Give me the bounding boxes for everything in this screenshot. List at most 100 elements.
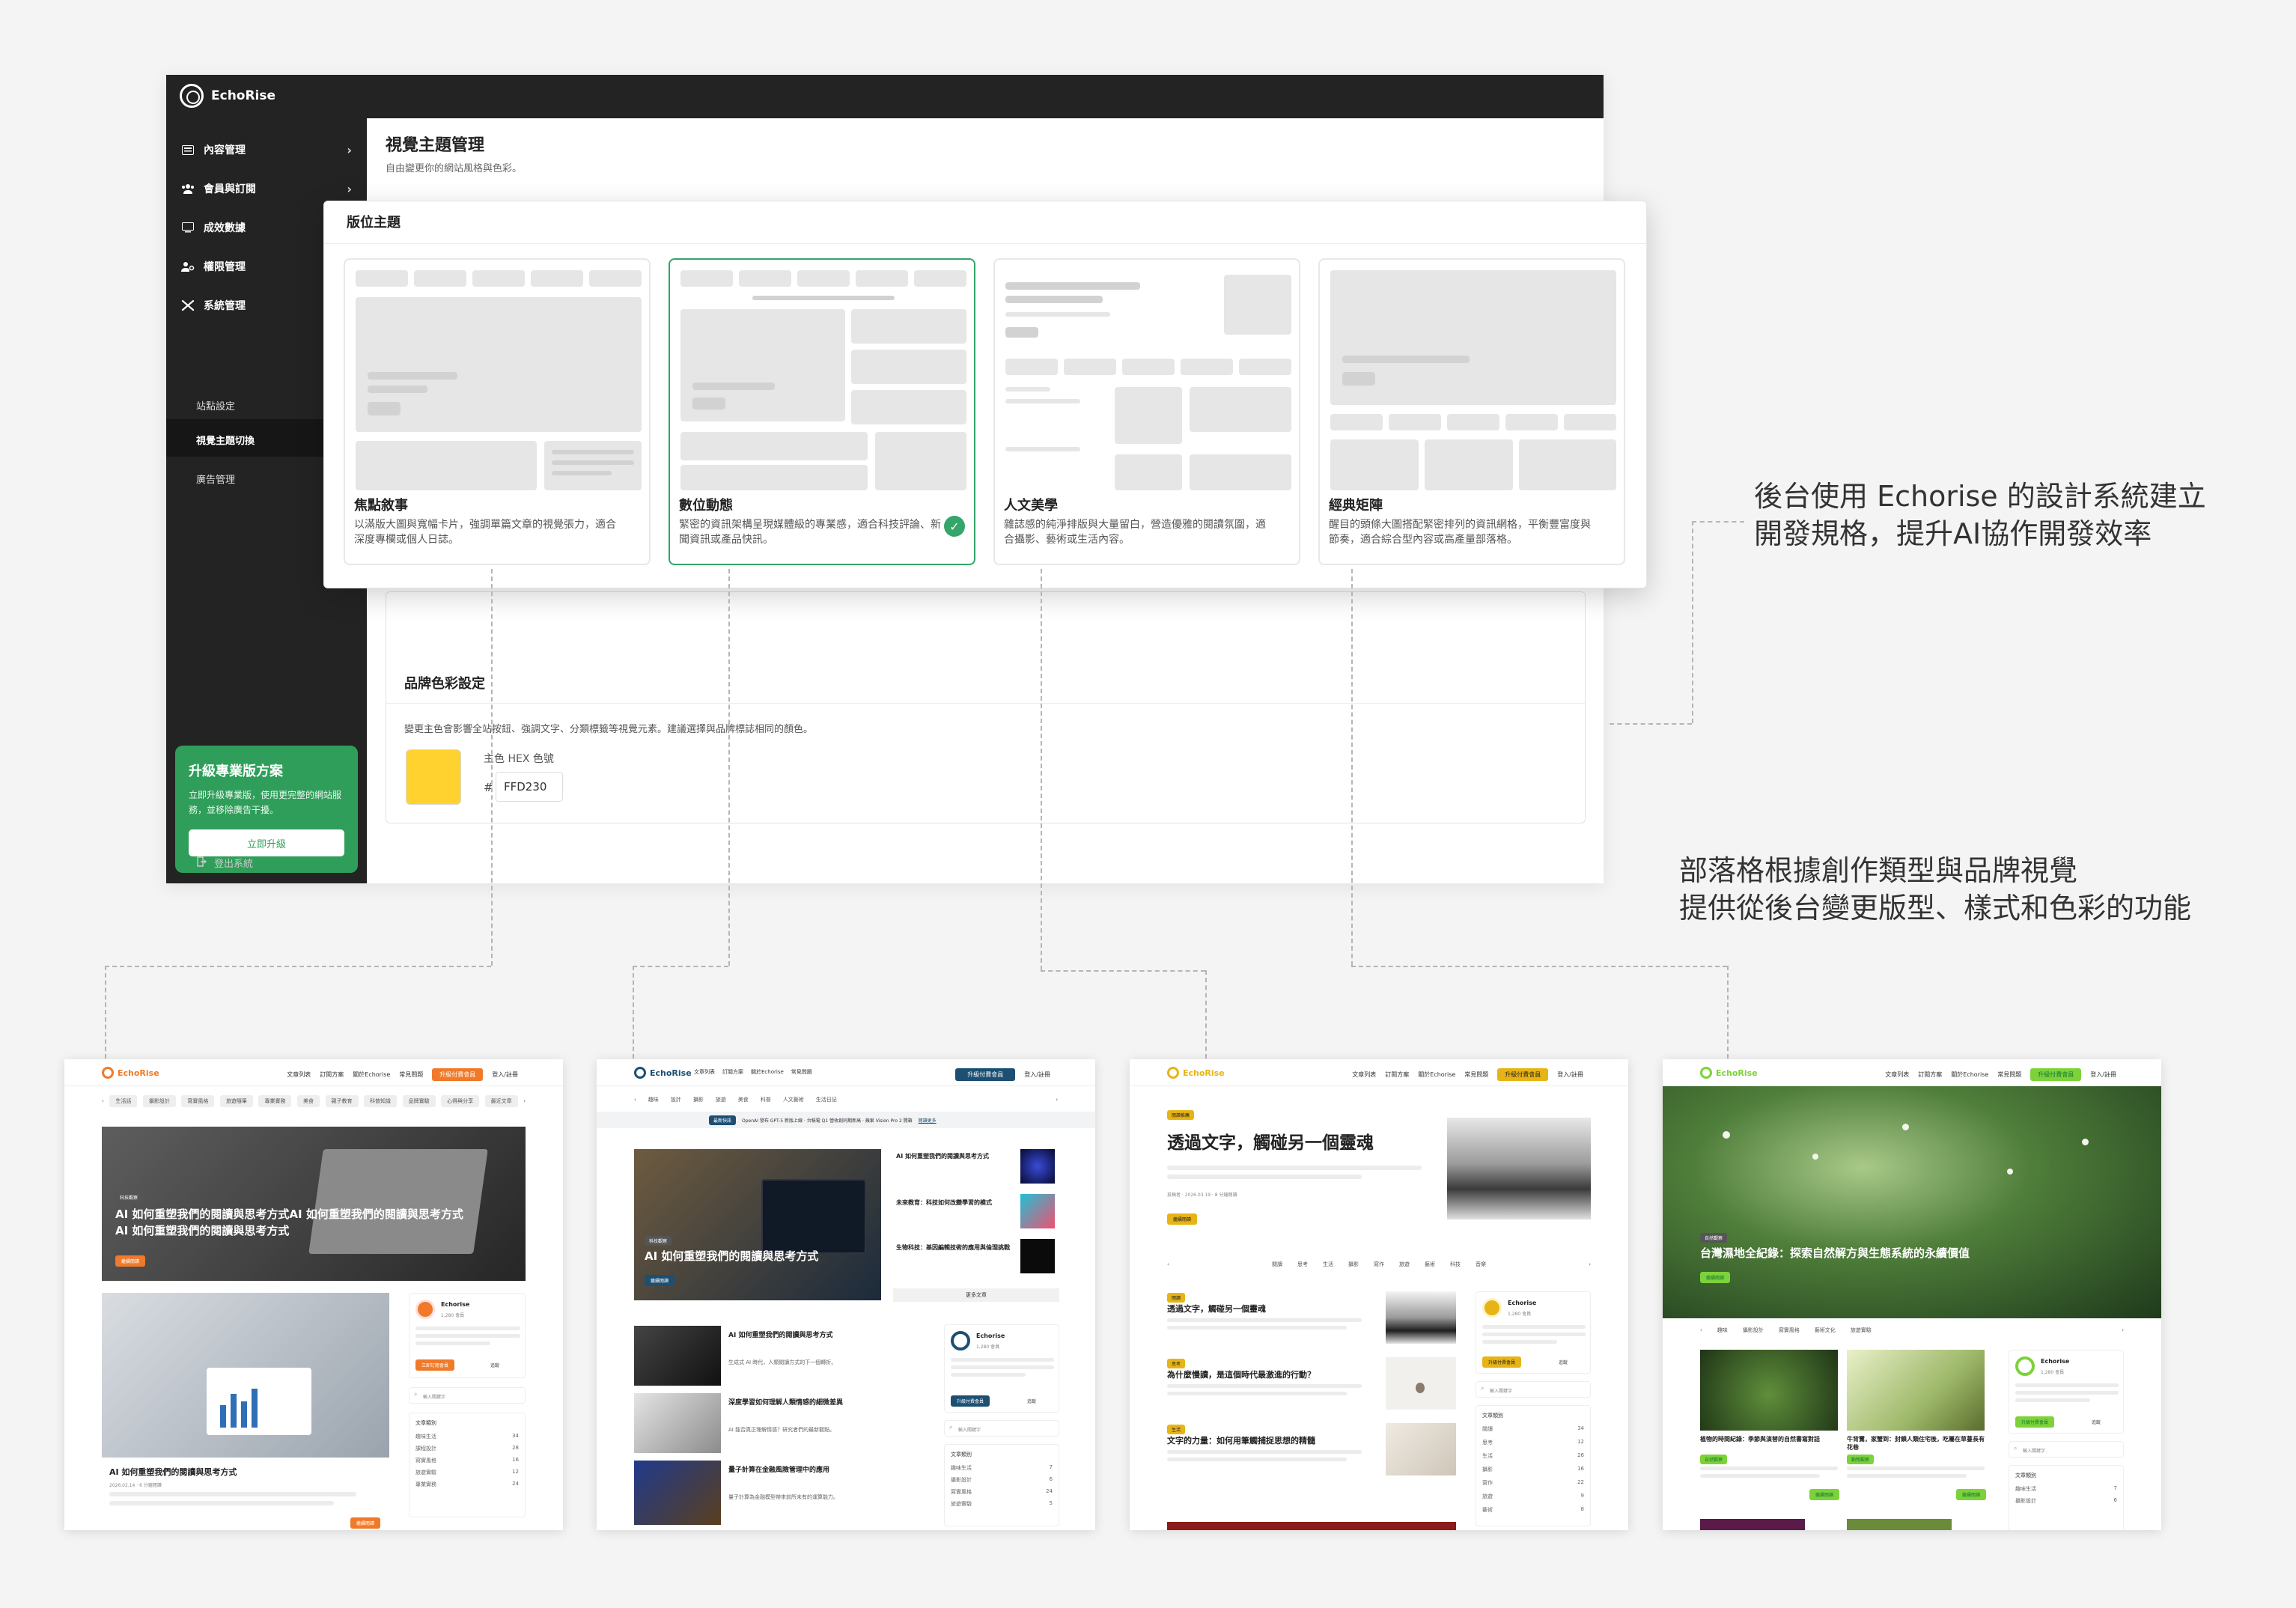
card-image[interactable] [1700, 1350, 1838, 1431]
category-row[interactable]: 攝影設計 [2015, 1497, 2036, 1505]
category-row[interactable]: 趣味生活 [415, 1433, 436, 1440]
chevron-left-icon[interactable]: ‹ [1700, 1327, 1702, 1333]
chevron-right-icon[interactable]: › [2122, 1327, 2124, 1333]
list-thumb[interactable] [634, 1326, 721, 1386]
category-row[interactable]: 生活 [1482, 1452, 1493, 1460]
category-chip[interactable]: 品牌實驗 [402, 1095, 436, 1107]
blog-login-link[interactable]: 登入/註冊 [2090, 1071, 2116, 1079]
search-input[interactable]: 輸入關鍵字 [958, 1426, 981, 1433]
category-chip[interactable]: 旅遊 [716, 1096, 726, 1103]
search-input[interactable]: 輸入關鍵字 [2023, 1447, 2045, 1454]
subscribe-button[interactable]: 立即訂閱會員 [415, 1359, 455, 1371]
list-article-title[interactable]: 透過文字，觸碰另一個靈魂 [1167, 1303, 1266, 1315]
blog-nav-item[interactable]: 文章列表 [1885, 1071, 1909, 1079]
category-chip[interactable]: 生活話 [109, 1095, 138, 1107]
category-chip[interactable]: 攝影 [693, 1096, 704, 1103]
side-article-thumb[interactable] [1020, 1149, 1055, 1184]
blog-nav-item[interactable]: 關於Echorise [353, 1071, 390, 1079]
card-image[interactable] [1847, 1350, 1985, 1431]
card-image[interactable] [1847, 1519, 1952, 1530]
blog-nav-item[interactable]: 常見問題 [791, 1068, 812, 1076]
category-chip[interactable]: 心得與分享 [441, 1095, 480, 1107]
blog-hero[interactable]: 科技觀察 AI 如何重塑我們的閱讀與思考方式AI 如何重塑我們的閱讀與思考方式 … [102, 1127, 526, 1281]
blog-logo[interactable]: EchoRise [1700, 1067, 1758, 1079]
chevron-left-icon[interactable]: ‹ [102, 1098, 104, 1104]
category-chip[interactable]: 旅遊實驗 [1851, 1327, 1872, 1334]
subscribe-button[interactable]: 升級付費會員 [951, 1395, 990, 1407]
list-article-title[interactable]: 深度學習如何理解人類情感的細微差異 [728, 1398, 843, 1409]
side-article-thumb[interactable] [1020, 1239, 1055, 1273]
blog-nav-item[interactable]: 訂閱方案 [320, 1071, 344, 1079]
category-chip[interactable]: 攝影設計 [142, 1095, 176, 1107]
category-chip[interactable]: 生活 [1323, 1261, 1333, 1268]
follow-button[interactable]: 追蹤 [2092, 1419, 2101, 1425]
side-article-title[interactable]: 生物科技：基因編輯技術的應用與倫理挑戰 [896, 1243, 1016, 1252]
blog-nav-item[interactable]: 常見問題 [1464, 1071, 1488, 1079]
blog-login-link[interactable]: 登入/註冊 [492, 1071, 518, 1079]
blog-logo[interactable]: EchoRise [634, 1067, 692, 1079]
blog-nav-item[interactable]: 訂閱方案 [1385, 1071, 1409, 1079]
list-article-title[interactable]: AI 如何重塑我們的閱讀與思考方式 [728, 1330, 832, 1341]
card-read-button[interactable]: 繼續閱讀 [1956, 1489, 1987, 1500]
category-chip[interactable]: 美食 [738, 1096, 749, 1103]
category-chip[interactable]: 科普知識 [364, 1095, 398, 1107]
follow-button[interactable]: 追蹤 [1027, 1398, 1036, 1404]
category-chip[interactable]: 旅遊 [1399, 1261, 1410, 1268]
category-chip[interactable]: 攝影設計 [1743, 1327, 1764, 1334]
blog-nav-item[interactable]: 訂閱方案 [1918, 1071, 1942, 1079]
sidebar-search[interactable]: ⌕ 輸入關鍵字 [944, 1420, 1059, 1437]
blog-nav-item[interactable]: 文章列表 [1352, 1071, 1376, 1079]
card-office-image[interactable] [102, 1293, 389, 1458]
category-row[interactable]: 旅遊實驗 [951, 1500, 972, 1508]
search-input[interactable]: 輸入關鍵字 [1490, 1387, 1512, 1394]
logout-link[interactable]: 登出系統 [196, 856, 253, 870]
category-chip[interactable]: 設計 [671, 1096, 681, 1103]
blog-cta-button[interactable]: 升級付費會員 [955, 1068, 1016, 1081]
card-title[interactable]: 植物的時間紀錄：季節與演替的自然書寫對話 [1700, 1435, 1838, 1443]
blog-hero[interactable]: 科技觀察 AI 如何重塑我們的閱讀與思考方式 繼續閱讀 [634, 1149, 881, 1300]
theme-card-digital-dynamic[interactable]: 數位動態 緊密的資訊架構呈現媒體級的專業感，適合科技評論、新聞資訊或產品快訊。 … [669, 258, 975, 565]
category-row[interactable]: 攝影 [1482, 1466, 1493, 1473]
blog-cta-button[interactable]: 升級付費會員 [1497, 1068, 1549, 1081]
category-row[interactable]: 藝術 [1482, 1506, 1493, 1514]
news-ticker[interactable]: 最新快訊 OpenAI 發布 GPT-5 新版上線 · 台積電 Q1 營收創同期… [597, 1112, 1095, 1128]
category-chip[interactable]: 閱讀 [1272, 1261, 1282, 1268]
category-chip[interactable]: 最近文章 [484, 1095, 518, 1107]
list-thumb[interactable] [634, 1461, 721, 1525]
chevron-left-icon[interactable]: ‹ [1167, 1261, 1169, 1267]
subscribe-button[interactable]: 升級付費會員 [1482, 1356, 1522, 1368]
category-chip[interactable]: 趣味 [1717, 1327, 1728, 1334]
follow-button[interactable]: 追蹤 [490, 1362, 499, 1368]
blog-logo[interactable]: EchoRise [102, 1067, 159, 1079]
blog-nav-item[interactable]: 關於Echorise [1418, 1071, 1455, 1079]
category-row[interactable]: 寫實風格 [415, 1457, 436, 1464]
blog-nav-item[interactable]: 文章列表 [694, 1068, 715, 1076]
category-chip[interactable]: 親子教育 [325, 1095, 359, 1107]
admin-brand[interactable]: EchoRise [180, 84, 275, 108]
side-article-title[interactable]: AI 如何重塑我們的閱讀與思考方式 [896, 1152, 1016, 1160]
category-chip[interactable]: 音樂 [1476, 1261, 1486, 1268]
list-article-title[interactable]: 文字的力量：如何用筆觸捕捉思想的精髓 [1167, 1435, 1315, 1446]
hero-mountain-image[interactable] [1447, 1118, 1591, 1219]
list-thumb[interactable] [1386, 1423, 1456, 1475]
sidebar-sub-site-settings[interactable]: 站點設定 [196, 398, 235, 412]
card-title[interactable]: AI 如何重塑我們的閱讀與思考方式 [109, 1467, 237, 1478]
ticker-more-link[interactable]: 閱讀更多 [919, 1117, 937, 1124]
hero-read-button[interactable]: 繼續閱讀 [1167, 1213, 1198, 1225]
list-article-title[interactable]: 為什麼慢讀，是這個時代最激進的行動？ [1167, 1369, 1315, 1380]
blog-nav-item[interactable]: 文章列表 [287, 1071, 311, 1079]
sidebar-search[interactable]: ⌕ 輸入關鍵字 [1476, 1381, 1591, 1398]
card-read-button[interactable]: 繼續閱讀 [350, 1517, 381, 1529]
hero-read-button[interactable]: 繼續閱讀 [1700, 1272, 1731, 1283]
chevron-left-icon[interactable]: ‹ [634, 1097, 636, 1103]
upgrade-button[interactable]: 立即升級 [189, 829, 344, 856]
list-thumb[interactable] [1167, 1522, 1456, 1530]
hex-input[interactable]: FFD230 [496, 772, 563, 802]
category-row[interactable]: 思考 [1482, 1439, 1493, 1446]
card-title[interactable]: 牛背鷺，家蟹到：封鎖人類住宅後，吃屬在草蔓長有花巷 [1847, 1435, 1985, 1452]
category-chip[interactable]: 寫實風格 [181, 1095, 215, 1107]
sidebar-sub-theme-switch[interactable]: 視覺主題切換 [196, 433, 255, 447]
category-chip[interactable]: 科技 [1450, 1261, 1461, 1268]
card-read-button[interactable]: 繼續閱讀 [1809, 1489, 1840, 1500]
side-article-title[interactable]: 未來教育：科技如何改變學習的模式 [896, 1199, 1016, 1207]
